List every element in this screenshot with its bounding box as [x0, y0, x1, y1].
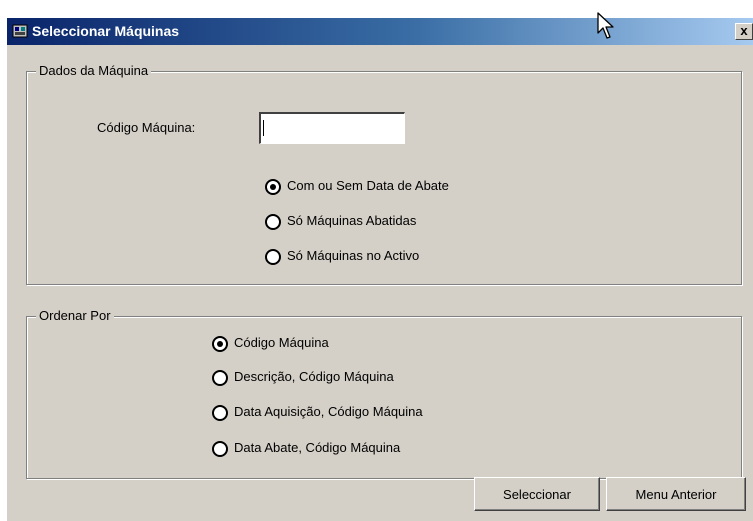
order-by-legend: Ordenar Por: [36, 308, 114, 323]
order-by-group: Ordenar Por Código Máquina Descrição, Có…: [26, 308, 742, 479]
text-caret: [263, 120, 264, 136]
dialog-window: Seleccionar Máquinas x Dados da Máquina …: [6, 17, 753, 521]
machine-data-legend: Dados da Máquina: [36, 63, 152, 78]
radio-label: Data Aquisição, Código Máquina: [234, 404, 423, 419]
radio-unselected-icon: [212, 441, 228, 457]
mouse-pointer-icon: [597, 12, 614, 39]
radio-label: Com ou Sem Data de Abate: [287, 178, 449, 193]
radio-label: Data Abate, Código Máquina: [234, 440, 401, 455]
machine-code-input[interactable]: [259, 112, 405, 144]
radio-unselected-icon: [212, 370, 228, 386]
app-icon: [12, 24, 28, 38]
select-button[interactable]: Seleccionar: [474, 477, 600, 511]
radio-order-acquisition-date[interactable]: Data Aquisição, Código Máquina: [212, 404, 512, 422]
radio-unselected-icon: [265, 214, 281, 230]
radio-order-code[interactable]: Código Máquina: [212, 335, 512, 353]
radio-order-write-off-date[interactable]: Data Abate, Código Máquina: [212, 440, 512, 458]
radio-unselected-icon: [265, 249, 281, 265]
radio-selected-icon: [265, 179, 281, 195]
radio-label: Descrição, Código Máquina: [234, 369, 394, 384]
close-icon: x: [740, 23, 748, 38]
radio-label: Só Máquinas Abatidas: [287, 213, 417, 228]
code-label: Código Máquina:: [97, 120, 196, 135]
radio-unselected-icon: [212, 405, 228, 421]
radio-label: Só Máquinas no Activo: [287, 248, 420, 263]
radio-only-written-off[interactable]: Só Máquinas Abatidas: [265, 213, 525, 231]
close-button[interactable]: x: [735, 23, 753, 40]
radio-selected-icon: [212, 336, 228, 352]
title-bar[interactable]: Seleccionar Máquinas x: [7, 18, 753, 45]
window-title: Seleccionar Máquinas: [32, 23, 180, 39]
radio-order-description[interactable]: Descrição, Código Máquina: [212, 369, 512, 387]
radio-with-or-without-date[interactable]: Com ou Sem Data de Abate: [265, 178, 525, 196]
radio-only-active[interactable]: Só Máquinas no Activo: [265, 248, 525, 266]
radio-label: Código Máquina: [234, 335, 329, 350]
machine-data-group: Dados da Máquina Código Máquina: Com ou …: [26, 63, 742, 285]
back-menu-button[interactable]: Menu Anterior: [606, 477, 746, 511]
